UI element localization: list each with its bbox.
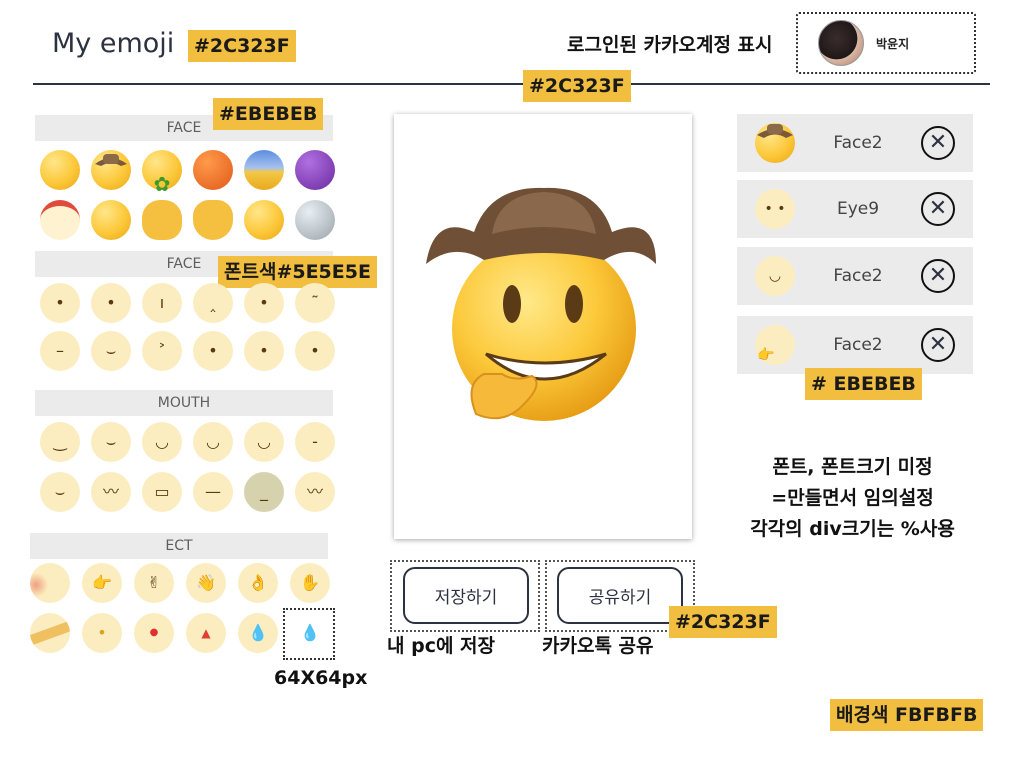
eye-option[interactable]: ⌣ xyxy=(91,331,131,371)
face-cowboy-icon[interactable] xyxy=(91,150,131,190)
delete-layer-icon[interactable]: ✕ xyxy=(921,126,955,160)
layer-name: Face2 xyxy=(833,335,883,355)
etc-grid-row1: 👉 ✌ 👋 👌 ✋ xyxy=(30,563,342,603)
bg-color-note: 배경색 FBFBFB xyxy=(830,699,984,731)
layer-item[interactable]: 👉 Face2 ✕ xyxy=(737,316,973,374)
mouth-grid-row2: ⌣ 〰 ▭ — _ 〰 xyxy=(40,472,346,512)
section-header-mouth: MOUTH xyxy=(35,390,333,416)
eyes-grid-row2: – ⌣ ˃ • • • xyxy=(40,331,346,371)
face-plain-icon[interactable] xyxy=(40,150,80,190)
eye-option[interactable]: • xyxy=(193,331,233,371)
face-cat-icon[interactable] xyxy=(91,200,131,240)
title-color-note: #2C323F xyxy=(188,30,296,62)
delete-layer-icon[interactable]: ✕ xyxy=(921,192,955,226)
font-note-line-3: 각각의 div크기는 %사용 xyxy=(750,518,955,540)
save-caption: 내 pc에 저장 xyxy=(387,635,496,657)
etc-sweat-drop-icon[interactable]: 💧 xyxy=(238,613,278,653)
eye-option[interactable]: ı xyxy=(142,283,182,323)
layer-name: Face2 xyxy=(833,266,883,286)
etc-hand-wave-icon[interactable]: 👋 xyxy=(186,563,226,603)
etc-hand-point-icon[interactable]: 👉 xyxy=(82,563,122,603)
mouth-option[interactable]: ◡ xyxy=(193,422,233,462)
face-baby-icon[interactable] xyxy=(244,200,284,240)
layer-item[interactable]: Face2 ✕ xyxy=(737,114,973,172)
section-header-etc: ECT xyxy=(30,533,328,559)
header-divider xyxy=(33,83,990,85)
account-box[interactable]: 박윤지 xyxy=(796,12,976,74)
mouth-option[interactable]: ▭ xyxy=(142,472,182,512)
font-note-line-2: =만들면서 임의설정 xyxy=(771,487,934,509)
face-devil-icon[interactable] xyxy=(295,150,335,190)
cell-size-note: 64X64px xyxy=(274,667,368,689)
composed-emoji-preview xyxy=(426,187,656,421)
save-button[interactable]: 저장하기 xyxy=(403,567,529,624)
eye-option[interactable]: ˃ xyxy=(142,331,182,371)
etc-arm-icon[interactable] xyxy=(30,613,70,653)
mouth-option[interactable]: ◡ xyxy=(142,422,182,462)
eye-option[interactable]: • xyxy=(244,331,284,371)
face-hair-long-icon[interactable] xyxy=(142,200,182,240)
face-hair-short-icon[interactable] xyxy=(193,200,233,240)
font-note-line-1: 폰트, 폰트크기 미정 xyxy=(772,456,933,478)
etc-hand-palm-icon[interactable]: ✋ xyxy=(290,563,330,603)
mouth-grid-row1: ‿ ⌣ ◡ ◡ ◡ - xyxy=(40,422,346,462)
face-shape-grid xyxy=(40,200,346,240)
etc-blush-icon[interactable] xyxy=(30,563,70,603)
button-color-note: #2C323F xyxy=(669,606,777,638)
etc-hand-victory-icon[interactable]: ✌ xyxy=(134,563,174,603)
layer-thumb-cowboy-icon xyxy=(755,123,795,163)
eye-option[interactable]: – xyxy=(40,331,80,371)
eyes-grid-row1: • • ı ‸ • ˜ xyxy=(40,283,346,323)
face-base-grid: ✿ xyxy=(40,150,346,194)
layer-thumb-eyes-icon: • • xyxy=(755,189,795,229)
face-santa-icon[interactable] xyxy=(40,200,80,240)
mouth-option[interactable]: _ xyxy=(244,472,284,512)
cell-size-marker xyxy=(283,608,335,660)
section-bg-note: #EBEBEB xyxy=(213,98,324,130)
eye-option[interactable]: • xyxy=(295,331,335,371)
eye-option[interactable]: ˜ xyxy=(295,283,335,323)
divider-color-note: #2C323F xyxy=(523,70,631,102)
delete-layer-icon[interactable]: ✕ xyxy=(921,328,955,362)
share-caption: 카카오톡 공유 xyxy=(542,635,654,657)
mouth-option[interactable]: 〰 xyxy=(295,472,335,512)
layer-bg-note: # EBEBEB xyxy=(805,368,922,400)
avatar xyxy=(818,20,864,66)
mouth-option[interactable]: ‿ xyxy=(40,422,80,462)
face-vomit-icon[interactable]: ✿ xyxy=(142,150,182,194)
layer-thumb-mouth-icon: ◡ xyxy=(755,256,795,296)
mouth-option[interactable]: ⌣ xyxy=(91,422,131,462)
share-button[interactable]: 공유하기 xyxy=(557,567,683,624)
face-cold-icon[interactable] xyxy=(244,150,284,190)
emoji-canvas[interactable] xyxy=(394,114,692,539)
layer-name: Face2 xyxy=(833,133,883,153)
face-robot-icon[interactable] xyxy=(295,200,335,240)
app-title: My emoji xyxy=(52,28,175,59)
eye-option[interactable]: • xyxy=(91,283,131,323)
mouth-option[interactable]: ⌣ xyxy=(40,472,80,512)
face-angry-icon[interactable] xyxy=(193,150,233,190)
mouth-option[interactable]: - xyxy=(295,422,335,462)
layer-name: Eye9 xyxy=(836,199,880,219)
layer-item[interactable]: ◡ Face2 ✕ xyxy=(737,247,973,305)
layer-item[interactable]: • • Eye9 ✕ xyxy=(737,180,973,238)
eye-option[interactable]: • xyxy=(40,283,80,323)
delete-layer-icon[interactable]: ✕ xyxy=(921,259,955,293)
etc-hand-ok-icon[interactable]: 👌 xyxy=(238,563,278,603)
mouth-option[interactable]: — xyxy=(193,472,233,512)
layer-thumb-hand-icon: 👉 xyxy=(755,325,795,365)
eye-option[interactable]: • xyxy=(244,283,284,323)
font-size-note: 폰트, 폰트크기 미정 =만들면서 임의설정 각각의 div크기는 %사용 xyxy=(735,452,970,545)
mouth-option[interactable]: ◡ xyxy=(244,422,284,462)
eye-option[interactable]: ‸ xyxy=(193,283,233,323)
account-name: 박윤지 xyxy=(876,36,910,51)
etc-triangle-icon[interactable]: ▲ xyxy=(186,613,226,653)
mouth-option[interactable]: 〰 xyxy=(91,472,131,512)
etc-red-dot-icon[interactable]: ● xyxy=(134,613,174,653)
etc-nose-icon[interactable]: • xyxy=(82,613,122,653)
account-label-note: 로그인된 카카오계정 표시 xyxy=(567,34,773,56)
